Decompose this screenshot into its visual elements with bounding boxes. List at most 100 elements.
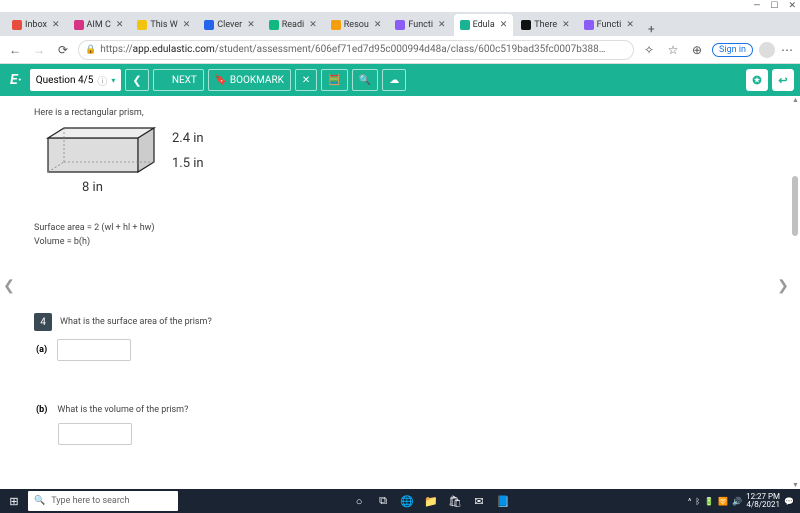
collections-icon[interactable]: ⊕ bbox=[688, 41, 706, 59]
answer-input-a[interactable] bbox=[57, 339, 131, 361]
close-tab-icon[interactable]: ✕ bbox=[562, 20, 570, 30]
close-tab-icon[interactable]: ✕ bbox=[374, 20, 382, 30]
chevron-down-icon: ▾ bbox=[111, 76, 115, 85]
search-button[interactable]: 🔍 bbox=[352, 69, 378, 91]
dimension-depth: 1.5 in bbox=[172, 156, 204, 171]
vertical-scrollbar[interactable]: ▲ ▼ bbox=[792, 96, 798, 489]
scroll-down-icon[interactable]: ▼ bbox=[792, 481, 798, 489]
favicon bbox=[331, 20, 341, 30]
maximize-button[interactable]: ☐ bbox=[770, 1, 778, 11]
explorer-icon[interactable]: 📁 bbox=[420, 489, 442, 513]
start-button[interactable]: ⊞ bbox=[2, 495, 26, 508]
tab-label: Clever bbox=[217, 20, 242, 30]
cloud-button[interactable]: ☁ bbox=[382, 69, 406, 91]
chevron-right-icon: ❯ bbox=[160, 74, 169, 87]
close-tab-icon[interactable]: ✕ bbox=[247, 20, 255, 30]
cortana-icon[interactable]: ○ bbox=[348, 489, 370, 513]
tab-there[interactable]: There✕ bbox=[515, 14, 575, 36]
close-tab-icon[interactable]: ✕ bbox=[116, 20, 124, 30]
close-tab-icon[interactable]: ✕ bbox=[183, 20, 191, 30]
tab-resou[interactable]: Resou✕ bbox=[325, 14, 388, 36]
tab-functi2[interactable]: Functi✕ bbox=[578, 14, 640, 36]
bluetooth-icon[interactable]: ᛒ bbox=[695, 497, 700, 506]
tab-functi1[interactable]: Functi✕ bbox=[389, 14, 451, 36]
word-icon[interactable]: 📘 bbox=[492, 489, 514, 513]
tab-label: Readi bbox=[282, 20, 304, 30]
part-a-label: (a) bbox=[36, 345, 47, 355]
next-question-button[interactable]: ❯NEXT bbox=[153, 69, 204, 91]
lock-icon: 🔒 bbox=[85, 45, 96, 55]
favicon bbox=[74, 20, 84, 30]
close-tab-icon[interactable]: ✕ bbox=[438, 20, 446, 30]
bookmark-button[interactable]: 🔖 BOOKMARK bbox=[208, 69, 291, 91]
clear-button[interactable]: ✕ bbox=[295, 69, 317, 91]
tab-aim[interactable]: AIM C✕ bbox=[68, 14, 130, 36]
dimension-height: 2.4 in bbox=[172, 131, 204, 146]
url-field[interactable]: 🔒 https://app.edulastic.com/student/asse… bbox=[78, 40, 634, 60]
tray-overflow-icon[interactable]: ^ bbox=[688, 497, 691, 506]
mail-icon[interactable]: ✉ bbox=[468, 489, 490, 513]
back-button[interactable]: ← bbox=[6, 41, 24, 59]
tab-clever[interactable]: Clever ✕ bbox=[198, 14, 260, 36]
battery-icon[interactable]: 🔋 bbox=[704, 497, 714, 506]
system-tray[interactable]: ^ ᛒ 🔋 🛜 🔊 12:27 PM 4/8/2021 💬 bbox=[684, 493, 798, 509]
tab-inbox[interactable]: Inbox✕ bbox=[6, 14, 66, 36]
exit-button[interactable]: ↩ bbox=[772, 69, 794, 91]
prism-diagram bbox=[44, 124, 164, 178]
url-path: /student/assessment/606ef71ed7d95c000994… bbox=[215, 44, 606, 55]
question-selector[interactable]: Question 4/5 ⓘ ▾ bbox=[30, 69, 122, 91]
next-label: NEXT bbox=[172, 75, 197, 86]
edulastic-toolbar: E· Question 4/5 ⓘ ▾ ❮ ❯NEXT 🔖 BOOKMARK ✕… bbox=[0, 64, 800, 96]
favicon bbox=[584, 20, 594, 30]
browser-tabstrip: Inbox✕ AIM C✕ This W✕ Clever ✕ Readi ✕ Res… bbox=[0, 12, 800, 36]
sound-icon[interactable]: 🔊 bbox=[732, 497, 742, 506]
profile-avatar[interactable] bbox=[759, 42, 775, 58]
close-tab-icon[interactable]: ✕ bbox=[626, 20, 634, 30]
volume-formula: Volume = b(h) bbox=[34, 237, 756, 247]
calculator-button[interactable]: 🧮 bbox=[321, 69, 347, 91]
question-number-badge: 4 bbox=[34, 313, 52, 331]
favicon bbox=[395, 20, 405, 30]
tab-readi[interactable]: Readi ✕ bbox=[263, 14, 323, 36]
answer-input-b[interactable] bbox=[58, 423, 132, 445]
address-bar: ← → ⟳ 🔒 https://app.edulastic.com/studen… bbox=[0, 36, 800, 64]
close-window-button[interactable]: ✕ bbox=[788, 1, 796, 11]
accessibility-button[interactable]: ✪ bbox=[746, 69, 768, 91]
browser-menu-button[interactable]: ⋯ bbox=[781, 43, 794, 57]
signin-button[interactable]: Sign in bbox=[712, 43, 753, 57]
new-tab-button[interactable]: + bbox=[642, 22, 661, 36]
search-icon: 🔍 bbox=[34, 496, 45, 506]
problem-intro: Here is a rectangular prism, bbox=[34, 108, 756, 118]
store-icon[interactable]: 🛍 bbox=[444, 489, 466, 513]
scroll-thumb[interactable] bbox=[792, 176, 798, 236]
part-b-label: (b) bbox=[36, 405, 47, 415]
notifications-icon[interactable]: 💬 bbox=[784, 497, 794, 506]
prev-question-button[interactable]: ❮ bbox=[125, 69, 148, 91]
extension-icon[interactable]: ✧ bbox=[640, 41, 658, 59]
edge-icon[interactable]: 🌐 bbox=[396, 489, 418, 513]
close-tab-icon[interactable]: ✕ bbox=[309, 20, 317, 30]
favicon bbox=[269, 20, 279, 30]
surface-formula: Surface area = 2 (wl + hl + hw) bbox=[34, 223, 756, 233]
minimize-button[interactable]: — bbox=[753, 1, 760, 11]
wifi-icon[interactable]: 🛜 bbox=[718, 497, 728, 506]
close-tab-icon[interactable]: ✕ bbox=[500, 20, 508, 30]
search-placeholder: Type here to search bbox=[51, 496, 129, 506]
taskview-icon[interactable]: ⧉ bbox=[372, 489, 394, 513]
scroll-up-icon[interactable]: ▲ bbox=[792, 96, 798, 104]
close-tab-icon[interactable]: ✕ bbox=[52, 20, 60, 30]
question-label: Question 4/5 bbox=[36, 75, 94, 86]
favorites-icon[interactable]: ☆ bbox=[664, 41, 682, 59]
clock[interactable]: 12:27 PM 4/8/2021 bbox=[746, 493, 780, 509]
question-text-a: What is the surface area of the prism? bbox=[60, 317, 212, 327]
url-host: app.edulastic.com bbox=[133, 44, 215, 55]
dimension-width: 8 in bbox=[82, 180, 756, 195]
reload-button[interactable]: ⟳ bbox=[54, 41, 72, 59]
tab-edulastic[interactable]: Edula✕ bbox=[454, 14, 514, 36]
favicon bbox=[204, 20, 214, 30]
taskbar-search[interactable]: 🔍 Type here to search bbox=[28, 491, 178, 511]
question-body: Here is a rectangular prism, 2.4 in 1.5 … bbox=[0, 96, 790, 489]
forward-button[interactable]: → bbox=[30, 41, 48, 59]
content-area: ❮ ❯ Here is a rectangular prism, 2.4 in … bbox=[0, 96, 800, 489]
tab-this[interactable]: This W✕ bbox=[131, 14, 196, 36]
